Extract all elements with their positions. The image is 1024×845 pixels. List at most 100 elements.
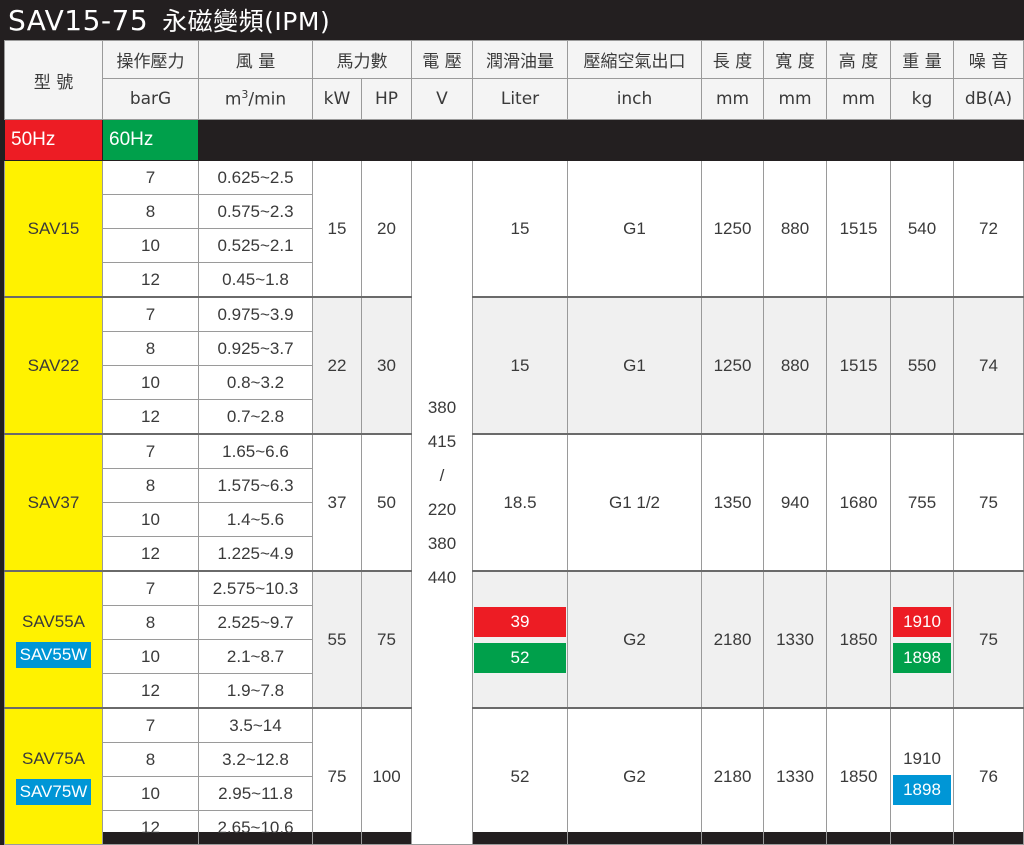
flow-cell: 3.5~14: [198, 707, 313, 743]
weight-cell: 755: [890, 433, 954, 572]
table-row: SAV22 7 0.975~3.9 22 30 15 G1 1250 880 1…: [4, 296, 1024, 435]
weight-air: 1910: [903, 748, 941, 768]
weight-50hz: 1910: [893, 606, 951, 637]
hp-cell: 100: [361, 707, 412, 845]
unit-length: mm: [701, 78, 764, 120]
header-flow: 風 量: [198, 40, 313, 79]
pressure-cell: 7: [102, 160, 199, 195]
unit-outlet: inch: [567, 78, 702, 120]
title-subtitle: 永磁變頻(IPM): [162, 7, 331, 36]
height-cell: 1515: [826, 296, 891, 435]
hp-cell: 50: [361, 433, 412, 572]
header-voltage: 電 壓: [411, 40, 473, 79]
kw-cell: 22: [312, 296, 362, 435]
flow-cell: 0.8~3.2: [198, 365, 313, 400]
header-outlet: 壓縮空氣出口: [567, 40, 702, 79]
page-title: SAV15-75 永磁變頻(IPM): [8, 2, 330, 40]
oil-50hz: 39: [474, 606, 566, 637]
legend-bar: [198, 119, 1024, 161]
width-cell: 940: [763, 433, 827, 572]
flow-cell: 1.575~6.3: [198, 468, 313, 503]
length-cell: 1350: [701, 433, 764, 572]
pressure-cell: 12: [102, 810, 199, 845]
height-cell: 1515: [826, 160, 891, 298]
outlet-cell: G1: [567, 296, 702, 435]
length-cell: 2180: [701, 570, 764, 709]
legend-50hz: 50Hz: [4, 119, 103, 161]
noise-cell: 75: [953, 433, 1024, 572]
flow-cell: 0.45~1.8: [198, 262, 313, 298]
legend-60hz: 60Hz: [102, 119, 199, 161]
flow-cell: 2.575~10.3: [198, 570, 313, 606]
width-cell: 880: [763, 296, 827, 435]
pressure-cell: 8: [102, 468, 199, 503]
hp-cell: 30: [361, 296, 412, 435]
model-cell: SAV75A SAV75W: [4, 707, 103, 845]
oil-cell: 15: [472, 160, 568, 298]
pressure-cell: 8: [102, 331, 199, 366]
flow-cell: 0.7~2.8: [198, 399, 313, 435]
model-name-water: SAV55W: [15, 641, 92, 668]
weight-cell: 550: [890, 296, 954, 435]
pressure-cell: 7: [102, 296, 199, 332]
hp-cell: 75: [361, 570, 412, 709]
flow-cell: 1.225~4.9: [198, 536, 313, 572]
table-row: SAV55A SAV55W 7 2.575~10.3 55 75 39 52 G…: [4, 570, 1024, 709]
length-cell: 1250: [701, 160, 764, 298]
pressure-cell: 12: [102, 536, 199, 572]
weight-water: 1898: [893, 774, 951, 805]
outlet-cell: G2: [567, 707, 702, 845]
pressure-cell: 12: [102, 673, 199, 709]
noise-cell: 72: [953, 160, 1024, 298]
voltage-value: 380: [427, 534, 457, 553]
spec-sheet: 型 號 操作壓力 風 量 馬力數 電 壓 潤滑油量 壓縮空氣出口 長 度 寬 度…: [4, 40, 1024, 845]
flow-cell: 0.575~2.3: [198, 194, 313, 229]
pressure-cell: 7: [102, 433, 199, 469]
flow-cell: 0.925~3.7: [198, 331, 313, 366]
unit-row: barG m3/min kW HP V Liter inch mm mm mm …: [5, 78, 1024, 120]
pressure-cell: 10: [102, 776, 199, 811]
pressure-cell: 8: [102, 605, 199, 640]
header-power: 馬力數: [312, 40, 412, 79]
pressure-cell: 7: [102, 570, 199, 606]
pressure-cell: 10: [102, 365, 199, 400]
weight-cell: 540: [890, 160, 954, 298]
unit-pressure: barG: [102, 78, 199, 120]
model-cell: SAV22: [4, 296, 103, 435]
header-oil: 潤滑油量: [472, 40, 568, 79]
title-model-range: SAV15-75: [8, 4, 149, 37]
height-cell: 1680: [826, 433, 891, 572]
voltage-value: 220: [427, 500, 457, 519]
voltage-cell: 380 415 / 220 380 440: [411, 160, 473, 845]
model-name-water: SAV75W: [15, 778, 92, 805]
flow-cell: 0.525~2.1: [198, 228, 313, 263]
unit-weight: kg: [890, 78, 954, 120]
kw-cell: 37: [312, 433, 362, 572]
table-row: SAV37 7 1.65~6.6 37 50 18.5 G1 1/2 1350 …: [4, 433, 1024, 572]
header-noise: 噪 音: [953, 40, 1024, 79]
unit-noise: dB(A): [953, 78, 1024, 120]
pressure-cell: 7: [102, 707, 199, 743]
unit-voltage: V: [411, 78, 473, 120]
weight-60hz: 1898: [893, 642, 951, 673]
header-weight: 重 量: [890, 40, 954, 79]
header-row: 型 號 操作壓力 風 量 馬力數 電 壓 潤滑油量 壓縮空氣出口 長 度 寬 度…: [4, 40, 1024, 120]
width-cell: 1330: [763, 707, 827, 845]
noise-cell: 74: [953, 296, 1024, 435]
table-row: SAV75A SAV75W 7 3.5~14 75 100 52 G2 2180…: [4, 707, 1024, 845]
oil-cell: 15: [472, 296, 568, 435]
noise-cell: 75: [953, 570, 1024, 709]
weight-cell: 1910 1898: [890, 707, 954, 845]
outlet-cell: G1: [567, 160, 702, 298]
outlet-cell: G2: [567, 570, 702, 709]
oil-60hz: 52: [474, 642, 566, 673]
pressure-cell: 12: [102, 262, 199, 298]
pressure-cell: 8: [102, 194, 199, 229]
flow-cell: 1.9~7.8: [198, 673, 313, 709]
flow-cell: 2.1~8.7: [198, 639, 313, 674]
hp-cell: 20: [361, 160, 412, 298]
flow-cell: 1.65~6.6: [198, 433, 313, 469]
flow-cell: 2.95~11.8: [198, 776, 313, 811]
flow-cell: 0.975~3.9: [198, 296, 313, 332]
flow-cell: 2.65~10.6: [198, 810, 313, 845]
